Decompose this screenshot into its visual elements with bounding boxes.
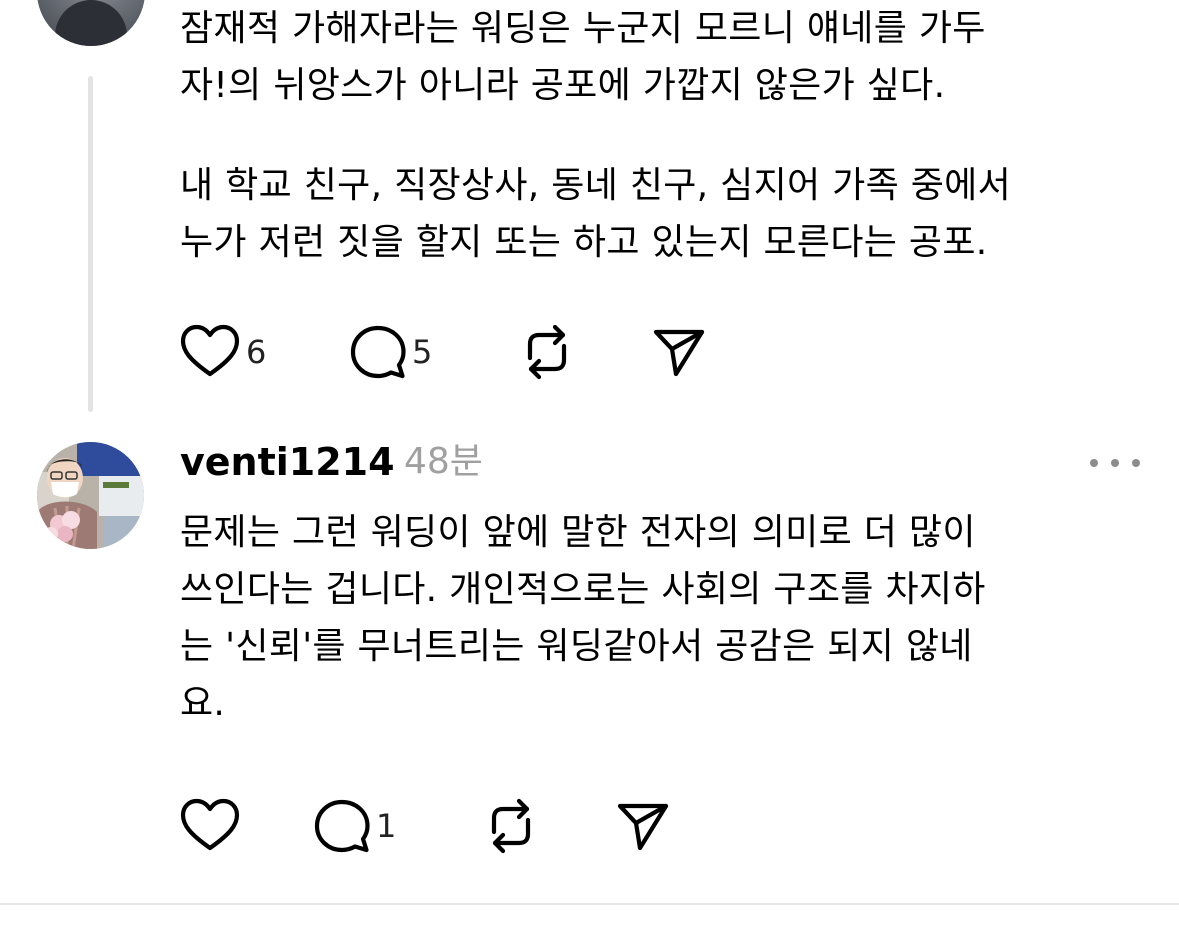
more-dots-icon xyxy=(1111,459,1119,467)
comment-line: 요. xyxy=(180,683,226,724)
section-divider xyxy=(0,903,1179,905)
comment-username[interactable]: venti1214 xyxy=(180,432,395,492)
reply-paragraph-2: 내 학교 친구, 직장상사, 동네 친구, 심지어 가족 중에서 누가 저런 짓… xyxy=(180,157,1011,271)
repost-icon xyxy=(527,324,567,380)
heart-icon xyxy=(180,798,240,851)
profile-photo-illustration xyxy=(37,442,144,549)
send-icon xyxy=(617,803,669,851)
heart-icon xyxy=(180,324,240,377)
thread-connector-line xyxy=(88,76,93,412)
more-options-button[interactable] xyxy=(1090,446,1140,480)
send-icon xyxy=(653,329,705,377)
comment-line: 는 '신뢰'를 무너트리는 워딩같아서 공감은 되지 않네 xyxy=(180,626,973,667)
repost-button[interactable] xyxy=(482,796,540,856)
comment-bubble-icon xyxy=(314,799,370,853)
comment-line: 쓰인다는 겁니다. 개인적으로는 사회의 구조를 차지하 xyxy=(180,569,986,610)
comment-line: 문제는 그런 워딩이 앞에 말한 전자의 의미로 더 많이 xyxy=(180,512,976,553)
reply-count: 1 xyxy=(376,807,397,845)
more-dots-icon xyxy=(1090,459,1098,467)
comment-timestamp: 48분 xyxy=(404,441,483,482)
share-button[interactable] xyxy=(652,322,706,382)
like-button[interactable] xyxy=(180,796,246,856)
reply-line: 자!의 뉘앙스가 아니라 공포에 가깝지 않은가 싶다. xyxy=(180,65,946,106)
avatar-venti1214[interactable] xyxy=(37,442,144,549)
reply-button[interactable]: 1 xyxy=(314,796,396,856)
reply-paragraph-1: 잠재적 가해자라는 워딩은 누군지 모르니 얘네를 가두 자!의 뉘앙스가 아니… xyxy=(180,0,986,114)
repost-button[interactable] xyxy=(518,322,576,382)
avatar-silhouette xyxy=(55,0,127,46)
more-dots-icon xyxy=(1132,459,1140,467)
reply-line: 잠재적 가해자라는 워딩은 누군지 모르니 얘네를 가두 xyxy=(180,8,986,49)
repost-icon xyxy=(491,798,531,854)
comment-body: 문제는 그런 워딩이 앞에 말한 전자의 의미로 더 많이 쓰인다는 겁니다. … xyxy=(180,504,986,732)
reply-line: 누가 저런 짓을 할지 또는 하고 있는지 모른다는 공포. xyxy=(180,222,988,263)
share-button[interactable] xyxy=(616,796,670,856)
like-count: 6 xyxy=(246,333,267,371)
comment-bubble-icon xyxy=(350,325,406,379)
avatar-previous-user[interactable] xyxy=(37,0,145,46)
like-button[interactable]: 6 xyxy=(180,322,266,382)
reply-count: 5 xyxy=(412,333,433,371)
reply-button[interactable]: 5 xyxy=(350,322,432,382)
reply-line: 내 학교 친구, 직장상사, 동네 친구, 심지어 가족 중에서 xyxy=(180,165,1011,206)
